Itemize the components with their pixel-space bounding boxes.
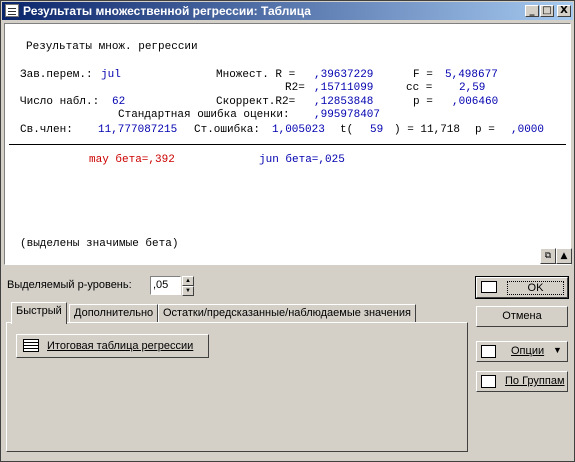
options-icon [481,345,496,358]
report-divider [9,144,566,145]
cancel-button[interactable]: Отмена [476,306,568,327]
tab-quick[interactable]: Быстрый [11,302,67,324]
p2-label: p = [475,124,495,136]
f-label: F = [413,69,433,81]
p-level-label: Выделяемый р-уровень: [7,279,132,291]
cc-label: сс = [406,82,433,94]
scroll-up-icon[interactable]: ▲ [556,248,572,264]
f-value: 5,498677 [445,69,498,81]
minimize-button[interactable]: _ [525,5,539,17]
nobs-value: 62 [112,96,126,108]
beta-jun: jun бета=,025 [259,154,345,166]
close-button[interactable]: X [557,5,571,17]
adj-r2-value: ,12853848 [314,96,374,108]
adj-r2-label: Скоррект.R2= [216,96,296,108]
report-heading: Результаты множ. регрессии [26,41,198,53]
p-value: ,006460 [452,96,499,108]
ok-button[interactable]: OK [475,276,569,299]
report-footnote: (выделены значимые бета) [20,238,179,250]
by-groups-icon [481,375,496,388]
dialog-window: Результаты множественной регрессии: Табл… [0,0,575,462]
summary-table-icon [23,339,39,352]
t-value: ) = 11,718 [394,124,461,136]
p2-value: ,0000 [511,124,545,136]
table-app-icon [5,4,19,17]
dep-var-label: Зав.перем.: [20,69,93,81]
regression-report: Результаты множ. регрессии Зав.перем.: j… [4,23,572,265]
intercept-value: 11,777087215 [98,124,178,136]
se-estimate-value: ,995978407 [314,109,381,121]
t-label: t( [340,124,354,136]
window-title: Результаты множественной регрессии: Табл… [23,4,311,18]
summary-table-label: Итоговая таблица регрессии [47,340,194,352]
ok-icon [481,281,497,293]
options-button[interactable]: Опции ▼ [476,341,568,362]
tab-advanced[interactable]: Дополнительно [69,304,159,323]
std-error-value: 1,005023 [272,124,325,136]
ok-label: OK [507,281,564,295]
t-df-value: 59 [370,124,384,136]
summary-table-button[interactable]: Итоговая таблица регрессии [16,334,209,358]
tab-panel-quick: Итоговая таблица регрессии [6,322,468,452]
spin-up-icon[interactable]: ▲ [182,276,194,286]
by-groups-label: По Группам [505,375,565,387]
dep-var-value: jul [101,69,121,81]
nobs-label: Число набл.: [20,96,100,108]
maximize-button[interactable]: □ [540,5,554,17]
title-bar[interactable]: Результаты множественной регрессии: Табл… [2,2,573,20]
std-error-label: Ст.ошибка: [194,124,261,136]
mult-r-value: ,39637229 [314,69,374,81]
by-groups-button[interactable]: По Группам [476,371,568,392]
options-dropdown-icon: ▼ [553,345,562,355]
copy-icon[interactable]: ⧉ [540,248,556,264]
beta-may: may бета=,392 [89,154,175,166]
intercept-label: Св.член: [20,124,73,136]
cc-value: 2,59 [459,82,486,94]
p-label: p = [413,96,433,108]
tab-residuals[interactable]: Остатки/предсказанные/наблюдаемые значен… [158,304,416,323]
r2-label: R2= [285,82,305,94]
options-label: Опции [511,345,545,357]
se-estimate-label: Стандартная ошибка оценки: [118,109,290,121]
spin-down-icon[interactable]: ▼ [182,286,194,296]
p-level-input[interactable]: ,05 [150,276,181,295]
r2-value: ,15711099 [314,82,374,94]
mult-r-label: Множест. R = [216,69,296,81]
